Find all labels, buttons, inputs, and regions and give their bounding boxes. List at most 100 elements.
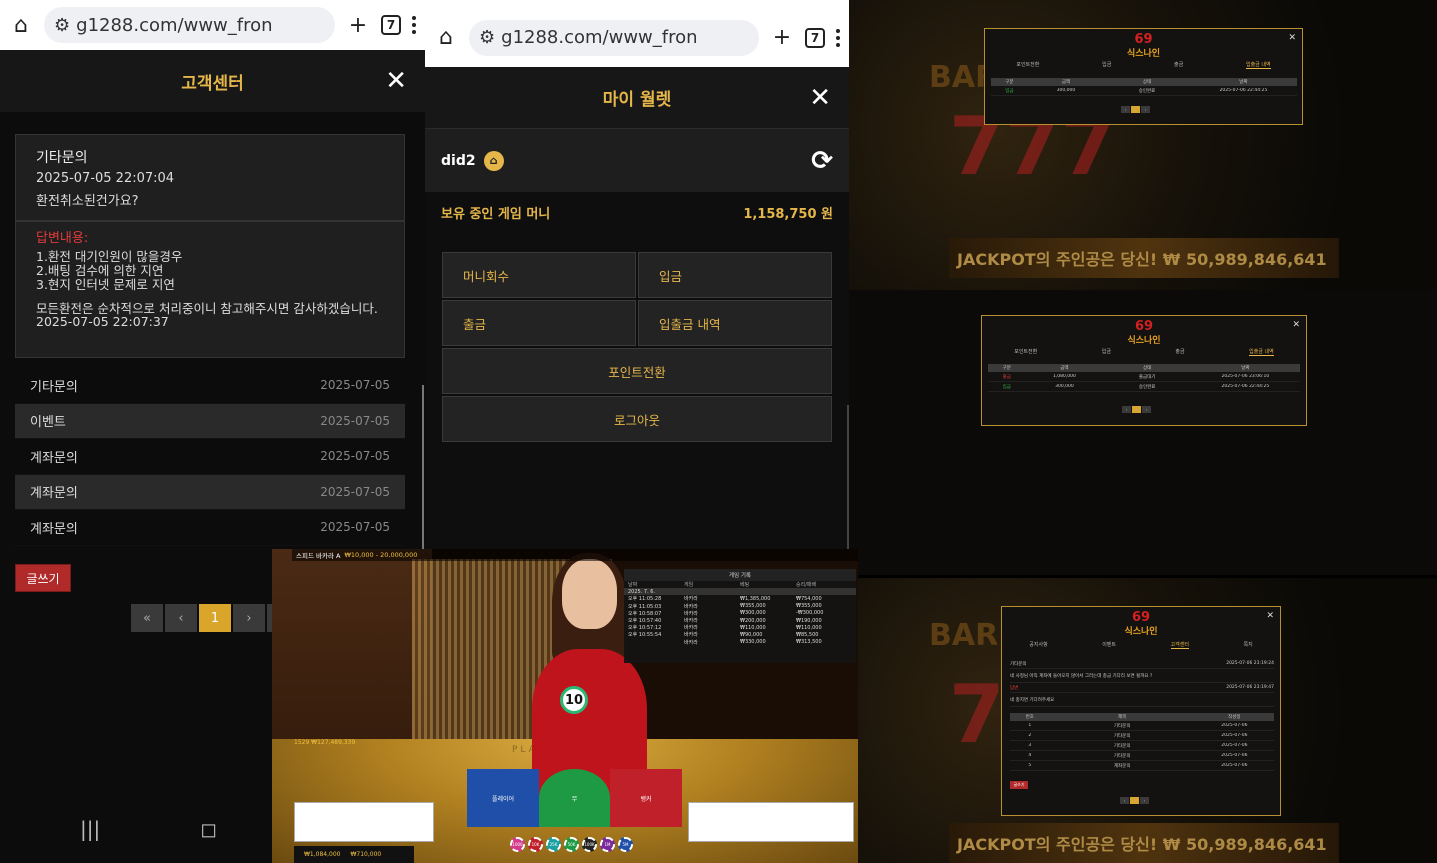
cell-date: 2025-07-06: [1221, 733, 1248, 738]
next-page-button[interactable]: ›: [1142, 406, 1151, 413]
tab-deposit[interactable]: 입금: [1102, 61, 1111, 69]
cell-date: 2025-07-06 22:44:25: [1221, 384, 1270, 389]
answer-text-row: 네 충지면 기다려주세요: [1010, 693, 1274, 707]
refresh-icon[interactable]: ⟳: [811, 146, 833, 176]
point-convert-button[interactable]: 포인트전환: [442, 348, 832, 394]
tab-count-button[interactable]: 7: [381, 15, 401, 35]
list-item[interactable]: 계좌문의 2025-07-05: [15, 439, 405, 475]
table-row[interactable]: 오후 11:05:28 바카라 ₩1,385,000 ₩754,000: [624, 595, 856, 603]
list-item[interactable]: 기타문의 2025-07-05: [15, 368, 405, 404]
player-bet-spot[interactable]: 플레이어: [467, 769, 539, 827]
tab-point[interactable]: 포인트전환: [1014, 348, 1037, 356]
tab-point[interactable]: 포인트전환: [1016, 61, 1039, 69]
chip[interactable]: 1000: [510, 837, 525, 852]
deposit-button[interactable]: 입금: [638, 252, 832, 298]
cell-game: 바카라: [684, 610, 698, 617]
table-row[interactable]: 오후 11:05:03 바카라 ₩355,000 ₩355,000: [624, 603, 856, 610]
cell-game: 바카라: [684, 632, 698, 639]
next-page-button[interactable]: ›: [233, 604, 265, 632]
tab-notice[interactable]: 공지사항: [1029, 641, 1047, 649]
table-row[interactable]: 2 기타문의 2025-07-06: [1010, 731, 1274, 741]
table-row[interactable]: 오후 10:57:40 바카라 ₩200,000 ₩190,000: [624, 617, 856, 625]
tie-bet-spot[interactable]: 무: [539, 769, 610, 827]
table-row[interactable]: 오후 10:57:12 바카라 ₩110,000 ₩110,000: [624, 624, 856, 632]
home-icon[interactable]: ⌂: [433, 25, 459, 50]
first-page-button[interactable]: «: [131, 604, 163, 632]
next-page-button[interactable]: ›: [1140, 797, 1149, 804]
write-button[interactable]: 글쓰기: [1010, 781, 1028, 789]
address-bar[interactable]: ⚙ g1288.com/www_fron: [44, 7, 335, 43]
close-icon[interactable]: ✕: [1266, 611, 1274, 621]
tab-support[interactable]: 고객센터: [1170, 641, 1189, 649]
tab-event[interactable]: 이벤트: [1102, 641, 1116, 649]
tab-message[interactable]: 쪽지: [1243, 641, 1252, 649]
prev-page-button[interactable]: ‹: [165, 604, 197, 632]
transaction-history-button[interactable]: 입출금 내역: [638, 300, 832, 346]
scrollbar[interactable]: [422, 385, 424, 550]
money-recover-button[interactable]: 머니회수: [442, 252, 636, 298]
tab-history[interactable]: 입출금 내역: [1245, 61, 1271, 69]
inquiry-detail: 기타문의 2025-07-06 23:19:24 네 사정님 아직 계좌에 들어…: [1010, 659, 1274, 771]
house-badge-icon: ⌂: [483, 150, 504, 171]
table-row[interactable]: 1 기타문의 2025-07-06: [1010, 721, 1274, 731]
recents-icon[interactable]: |||: [80, 817, 100, 841]
col-no: 번호: [1025, 715, 1034, 720]
cell-result: ₩754,000: [796, 595, 822, 602]
current-page[interactable]: 1: [199, 604, 231, 632]
new-tab-icon[interactable]: +: [345, 13, 371, 38]
chip[interactable]: 5M: [618, 837, 633, 852]
table-row[interactable]: 바카라 ₩330,000 ₩313,500: [624, 639, 856, 646]
withdraw-button[interactable]: 출금: [442, 300, 636, 346]
current-page[interactable]: 1: [1131, 106, 1140, 113]
tab-withdraw[interactable]: 출금: [1175, 348, 1184, 356]
current-page[interactable]: 1: [1130, 797, 1139, 804]
menu-dots-icon[interactable]: [411, 16, 417, 34]
prev-page-button[interactable]: ‹: [1122, 406, 1131, 413]
tab-history[interactable]: 입출금 내역: [1249, 348, 1274, 356]
table-row[interactable]: 5 계좌문의 2025-07-06: [1010, 761, 1274, 771]
close-icon[interactable]: ✕: [1288, 33, 1296, 43]
close-icon[interactable]: ✕: [1292, 320, 1300, 330]
current-page[interactable]: 1: [1132, 406, 1141, 413]
close-icon[interactable]: ✕: [385, 66, 407, 96]
close-icon[interactable]: ✕: [809, 83, 831, 113]
table-row[interactable]: 3 기타문의 2025-07-06: [1010, 741, 1274, 751]
history-title: 게임 기록: [624, 569, 856, 581]
prev-page-button[interactable]: ‹: [1120, 797, 1129, 804]
history-date-row: 2025. 7. 6.: [624, 588, 856, 596]
prev-page-button[interactable]: ‹: [1121, 106, 1130, 113]
table-row[interactable]: 오후 10:55:54 바카라 ₩90,000 ₩85,500: [624, 631, 856, 639]
casino-logo: 69 식스나인: [1124, 610, 1158, 637]
cell-date: 2025-07-06: [1221, 753, 1248, 758]
cell-status: 출금대기: [1138, 374, 1156, 380]
list-item[interactable]: 이벤트 2025-07-05: [15, 403, 405, 439]
write-button[interactable]: 글쓰기: [15, 564, 71, 592]
chip[interactable]: 100K: [582, 837, 597, 852]
logout-button[interactable]: 로그아웃: [442, 396, 832, 442]
chip[interactable]: 50K: [564, 837, 579, 852]
home-icon[interactable]: ⌂: [8, 13, 34, 38]
cell-result: ₩85,500: [796, 631, 819, 638]
site-settings-icon[interactable]: ⚙: [479, 27, 495, 48]
chip[interactable]: 10K: [528, 837, 543, 852]
menu-dots-icon[interactable]: [835, 28, 841, 47]
cell-date: 2025-07-06: [1221, 763, 1248, 768]
list-item[interactable]: 계좌문의 2025-07-05: [15, 474, 405, 510]
tab-count-button[interactable]: 7: [805, 27, 825, 48]
col-date: 날짜: [628, 582, 638, 589]
next-page-button[interactable]: ›: [1141, 106, 1150, 113]
chip[interactable]: 1M: [600, 837, 615, 852]
new-tab-icon[interactable]: +: [769, 25, 795, 50]
home-nav-icon[interactable]: ◻: [200, 817, 217, 841]
banker-bet-spot[interactable]: 뱅커: [610, 769, 682, 827]
chip[interactable]: 25K: [546, 837, 561, 852]
table-row[interactable]: 오후 10:58:07 바카라 ₩300,000 -₩300,000: [624, 610, 856, 617]
transaction-modal: 69 식스나인 ✕ 포인트전환 입금 출금 입출금 내역 구분 금액 상태 날짜 …: [984, 28, 1303, 125]
game-history-panel: 게임 기록 날짜 게임 베팅 승리/패배 2025. 7. 6. 오후 11:0…: [624, 569, 856, 663]
table-row[interactable]: 4 기타문의 2025-07-06: [1010, 751, 1274, 761]
site-settings-icon[interactable]: ⚙: [54, 15, 70, 36]
list-item[interactable]: 계좌문의 2025-07-05: [15, 510, 405, 546]
address-bar[interactable]: ⚙ g1288.com/www_fron: [469, 19, 759, 56]
tab-deposit[interactable]: 입금: [1102, 348, 1111, 356]
tab-withdraw[interactable]: 출금: [1174, 61, 1183, 69]
